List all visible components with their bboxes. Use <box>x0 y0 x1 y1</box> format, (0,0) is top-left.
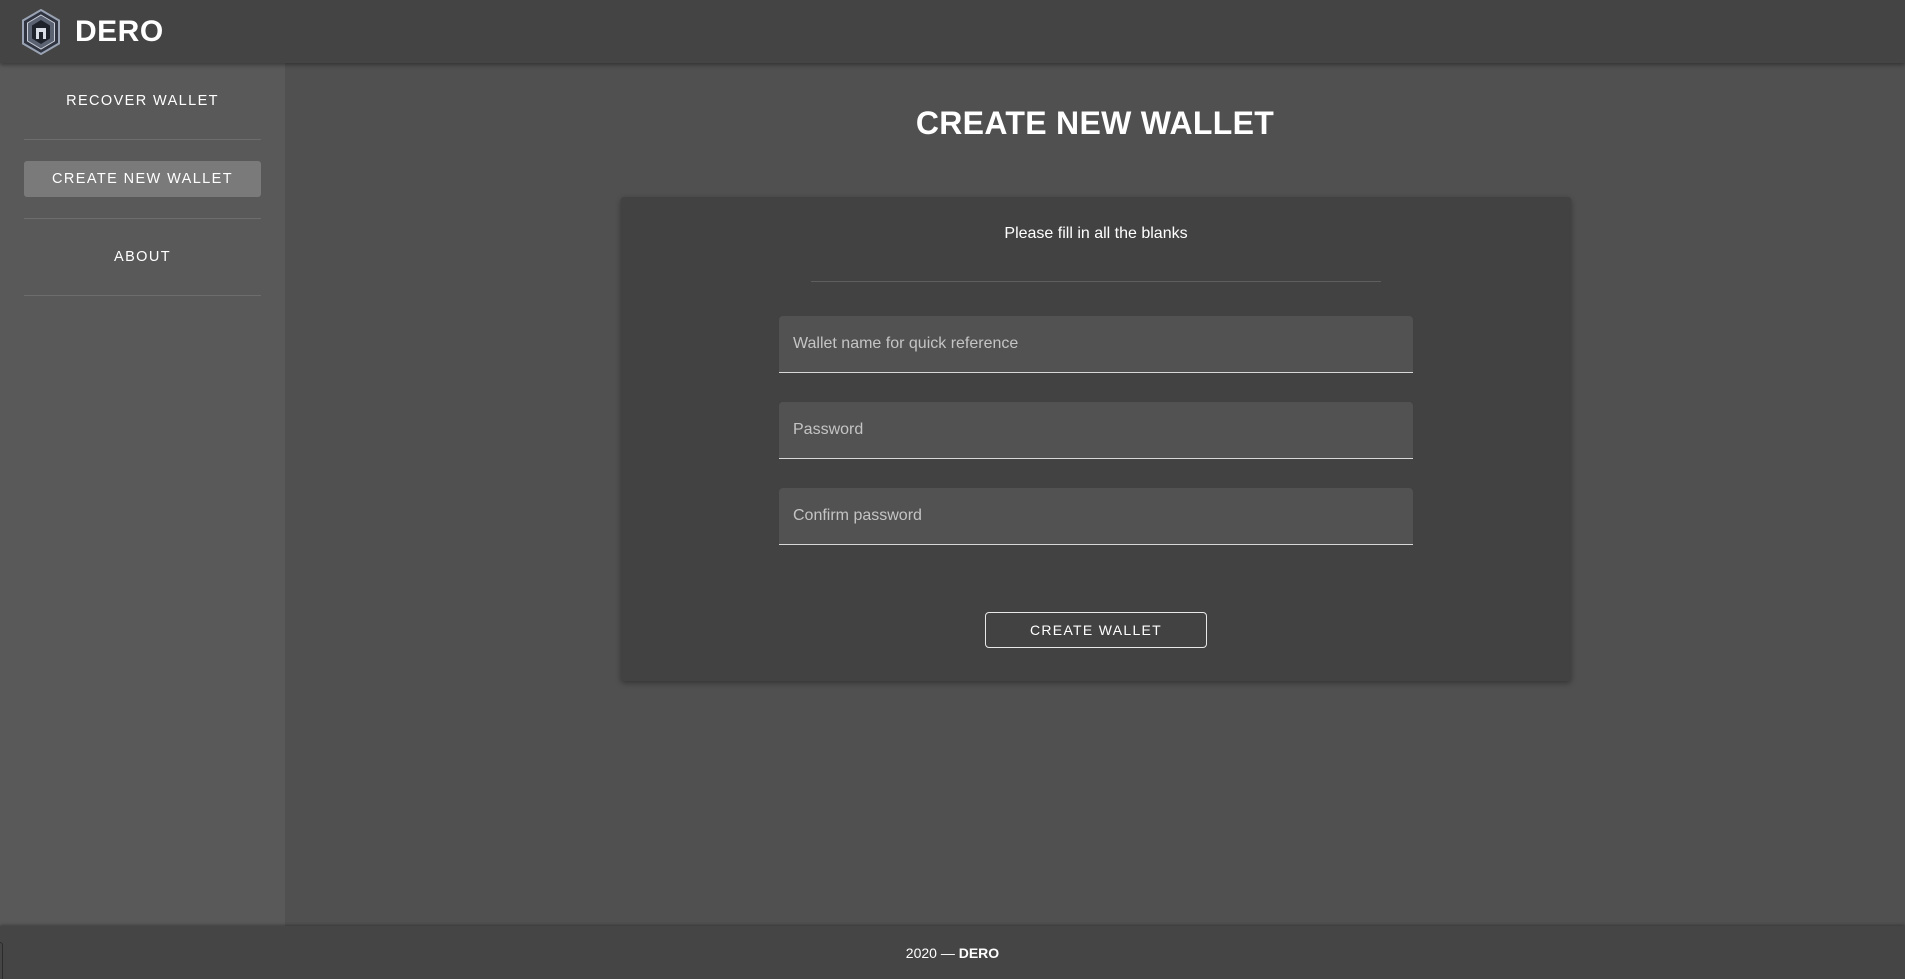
wallet-name-field[interactable] <box>779 316 1413 373</box>
card-divider <box>811 281 1381 282</box>
confirm-password-field[interactable] <box>779 488 1413 545</box>
confirm-password-input[interactable] <box>791 506 1413 526</box>
wallet-name-input[interactable] <box>791 334 1413 354</box>
dero-logo-icon[interactable] <box>20 8 62 56</box>
password-field[interactable] <box>779 402 1413 459</box>
password-input[interactable] <box>791 420 1413 440</box>
footer-year: 2020 — <box>905 944 959 961</box>
sidebar-divider <box>24 139 261 140</box>
app-bar: DERO <box>0 0 1905 63</box>
sidebar-item-recover-wallet[interactable]: RECOVER WALLET <box>24 63 261 139</box>
sidebar: RECOVER WALLET CREATE NEW WALLET ABOUT <box>0 63 285 926</box>
create-wallet-button[interactable]: CREATE WALLET <box>985 612 1207 648</box>
sidebar-divider <box>24 295 261 296</box>
main-content: CREATE NEW WALLET Please fill in all the… <box>285 63 1905 926</box>
card-subtitle: Please fill in all the blanks <box>1004 225 1188 242</box>
app-brand[interactable]: DERO <box>75 15 164 49</box>
footer-brand: DERO <box>958 944 1000 961</box>
page-title: CREATE NEW WALLET <box>915 105 1275 141</box>
footer-corner-handle <box>0 942 3 979</box>
sidebar-item-create-new-wallet[interactable]: CREATE NEW WALLET <box>24 161 261 197</box>
sidebar-nav-list: RECOVER WALLET CREATE NEW WALLET ABOUT <box>0 63 285 296</box>
sidebar-item-about[interactable]: ABOUT <box>24 219 261 295</box>
footer: 2020 — DERO <box>0 926 1905 979</box>
create-wallet-card: Please fill in all the blanks CREATE WAL… <box>621 197 1571 681</box>
